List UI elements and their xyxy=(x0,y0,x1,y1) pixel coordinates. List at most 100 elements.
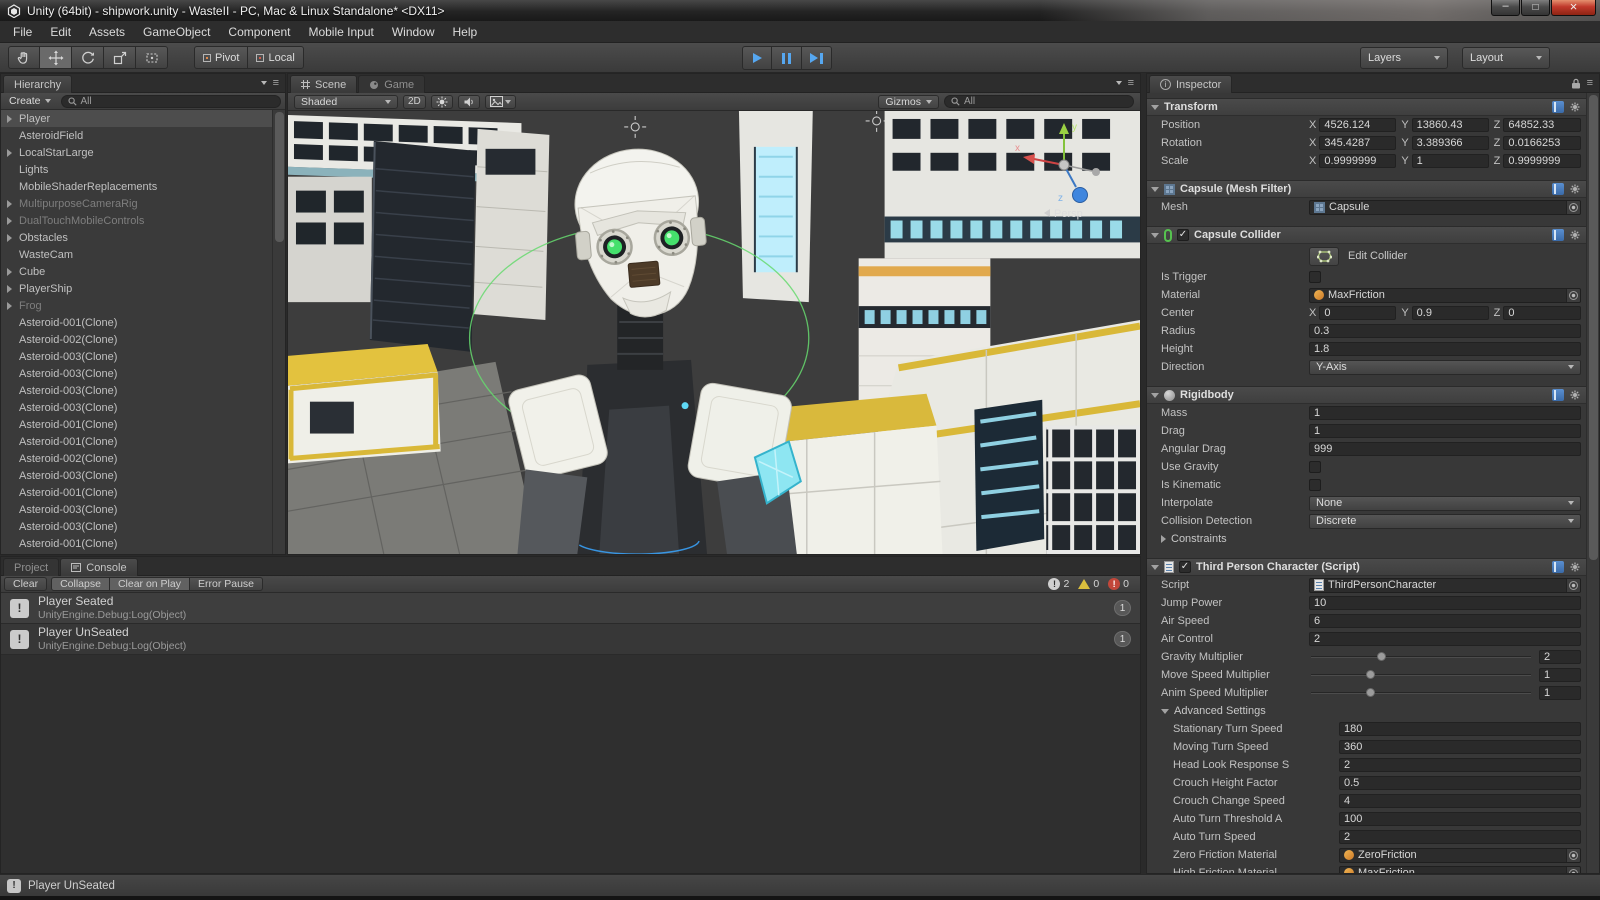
script-component-header[interactable]: Third Person Character (Script) xyxy=(1147,558,1586,576)
hierarchy-item[interactable]: Asteroid-001(Clone) xyxy=(1,484,272,501)
rotate-tool-button[interactable] xyxy=(72,46,104,69)
high-friction-object-field[interactable]: MaxFriction xyxy=(1339,866,1581,874)
create-button[interactable]: Create xyxy=(5,95,55,107)
hierarchy-item[interactable]: Asteroid-003(Clone) xyxy=(1,382,272,399)
help-icon[interactable] xyxy=(1552,229,1564,241)
rotation-x-field[interactable]: 345.4287 xyxy=(1319,136,1396,150)
disclosure-triangle-icon[interactable] xyxy=(7,302,17,310)
pivot-toggle-button[interactable]: Pivot xyxy=(194,46,248,69)
clear-button[interactable]: Clear xyxy=(4,577,47,591)
axis-y-label[interactable]: y xyxy=(1072,122,1077,133)
help-icon[interactable] xyxy=(1552,101,1564,113)
gizmos-dropdown[interactable]: Gizmos xyxy=(878,95,939,109)
panel-dropdown-icon[interactable] xyxy=(1116,81,1122,85)
help-icon[interactable] xyxy=(1552,389,1564,401)
panel-menu-icon[interactable]: ≡ xyxy=(1128,78,1134,89)
slider-thumb[interactable] xyxy=(1366,688,1375,697)
gravity-multiplier-slider[interactable] xyxy=(1311,651,1531,663)
menu-item[interactable]: Edit xyxy=(41,21,80,42)
edit-collider-button[interactable] xyxy=(1309,247,1339,266)
material-object-field[interactable]: MaxFriction xyxy=(1309,288,1581,303)
hierarchy-search-input[interactable]: All xyxy=(61,95,281,108)
axis-z-label[interactable]: z xyxy=(1058,193,1063,204)
menu-item[interactable]: File xyxy=(4,21,41,42)
hierarchy-item[interactable]: Cube xyxy=(1,263,272,280)
property-field[interactable]: 2 xyxy=(1339,758,1581,772)
anim-speed-multiplier-slider[interactable] xyxy=(1311,687,1531,699)
center-z-field[interactable]: 0 xyxy=(1503,306,1581,320)
object-picker-icon[interactable] xyxy=(1566,849,1580,862)
constraints-foldout[interactable]: Constraints xyxy=(1147,530,1586,548)
hierarchy-item[interactable]: Asteroid-003(Clone) xyxy=(1,518,272,535)
tab-hierarchy[interactable]: Hierarchy xyxy=(3,75,72,93)
property-field[interactable]: 180 xyxy=(1339,722,1581,736)
warning-count[interactable]: 0 xyxy=(1078,578,1099,590)
capsule-collider-header[interactable]: Capsule Collider xyxy=(1147,226,1586,244)
component-enabled-checkbox[interactable] xyxy=(1179,561,1191,573)
2d-toggle-button[interactable]: 2D xyxy=(403,95,426,109)
rotation-z-field[interactable]: 0.0166253 xyxy=(1503,136,1581,150)
pause-button[interactable] xyxy=(772,46,802,70)
hierarchy-item[interactable]: AsteroidField xyxy=(1,127,272,144)
panel-menu-icon[interactable]: ≡ xyxy=(273,78,279,89)
tab-inspector[interactable]: Inspector xyxy=(1149,75,1232,93)
audio-toggle-button[interactable] xyxy=(458,95,480,109)
gear-icon[interactable] xyxy=(1569,229,1581,241)
scene-search-input[interactable]: All xyxy=(944,95,1134,108)
mesh-filter-header[interactable]: Capsule (Mesh Filter) xyxy=(1147,180,1586,198)
error-pause-button[interactable]: Error Pause xyxy=(190,577,263,591)
scale-tool-button[interactable] xyxy=(104,46,136,69)
foldout-icon[interactable] xyxy=(1161,535,1166,543)
anim-speed-multiplier-field[interactable]: 1 xyxy=(1539,686,1581,700)
step-button[interactable] xyxy=(802,46,832,70)
property-field[interactable]: 100 xyxy=(1339,812,1581,826)
effects-dropdown[interactable] xyxy=(485,95,516,109)
hierarchy-item[interactable]: Lights xyxy=(1,161,272,178)
status-bar[interactable]: Player UnSeated xyxy=(0,874,1600,896)
lighting-toggle-button[interactable] xyxy=(431,95,453,109)
drag-field[interactable]: 1 xyxy=(1309,424,1581,438)
hierarchy-item[interactable]: DualTouchMobileControls xyxy=(1,212,272,229)
foldout-icon[interactable] xyxy=(1151,105,1159,110)
direction-dropdown[interactable]: Y-Axis xyxy=(1309,360,1581,375)
axis-x-label[interactable]: x xyxy=(1015,143,1020,154)
collapse-button[interactable]: Collapse xyxy=(51,577,110,591)
close-button[interactable] xyxy=(1551,0,1596,16)
property-field[interactable]: 10 xyxy=(1309,596,1581,610)
hierarchy-item[interactable]: Asteroid-002(Clone) xyxy=(1,450,272,467)
menu-item[interactable]: Window xyxy=(383,21,444,42)
slider-thumb[interactable] xyxy=(1377,652,1386,661)
tab-game[interactable]: Game xyxy=(358,75,425,93)
object-picker-icon[interactable] xyxy=(1566,289,1580,302)
position-y-field[interactable]: 13860.43 xyxy=(1412,118,1489,132)
height-field[interactable]: 1.8 xyxy=(1309,342,1581,356)
layout-dropdown[interactable]: Layout xyxy=(1462,47,1550,69)
property-field[interactable]: 4 xyxy=(1339,794,1581,808)
interpolate-dropdown[interactable]: None xyxy=(1309,496,1581,511)
scrollbar-thumb[interactable] xyxy=(1589,95,1598,560)
gear-icon[interactable] xyxy=(1569,101,1581,113)
move-speed-multiplier-field[interactable]: 1 xyxy=(1539,668,1581,682)
gear-icon[interactable] xyxy=(1569,389,1581,401)
gravity-multiplier-field[interactable]: 2 xyxy=(1539,650,1581,664)
position-z-field[interactable]: 64852.33 xyxy=(1503,118,1581,132)
angular-drag-field[interactable]: 999 xyxy=(1309,442,1581,456)
hierarchy-item[interactable]: Asteroid-001(Clone) xyxy=(1,314,272,331)
foldout-icon[interactable] xyxy=(1151,187,1159,192)
object-picker-icon[interactable] xyxy=(1566,579,1580,592)
scene-orientation-gizmo[interactable]: y x z Persp xyxy=(1014,117,1114,225)
disclosure-triangle-icon[interactable] xyxy=(7,115,17,123)
hierarchy-item[interactable]: Asteroid-003(Clone) xyxy=(1,501,272,518)
scale-x-field[interactable]: 0.9999999 xyxy=(1319,154,1396,168)
disclosure-triangle-icon[interactable] xyxy=(7,149,17,157)
mass-field[interactable]: 1 xyxy=(1309,406,1581,420)
menu-item[interactable]: Mobile Input xyxy=(299,21,382,42)
property-field[interactable]: 360 xyxy=(1339,740,1581,754)
script-object-field[interactable]: ThirdPersonCharacter xyxy=(1309,578,1581,593)
hierarchy-item[interactable]: Player xyxy=(1,110,272,127)
hierarchy-item[interactable]: Asteroid-001(Clone) xyxy=(1,416,272,433)
foldout-icon[interactable] xyxy=(1161,709,1169,714)
info-count[interactable]: 2 xyxy=(1048,578,1069,590)
center-x-field[interactable]: 0 xyxy=(1319,306,1396,320)
zero-friction-object-field[interactable]: ZeroFriction xyxy=(1339,848,1581,863)
